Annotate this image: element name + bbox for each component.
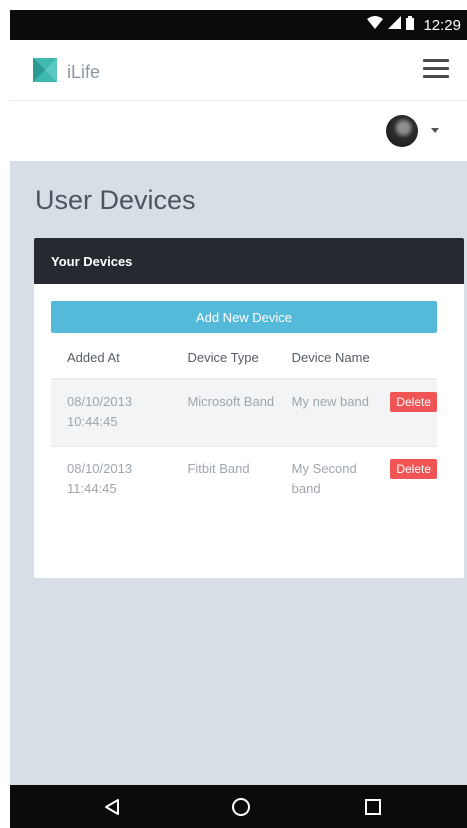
table-header-row: Added At Device Type Device Name <box>51 338 437 380</box>
cell-actions: Delete <box>374 446 437 513</box>
battery-icon <box>406 15 415 35</box>
status-icons: 12:29 <box>367 10 461 40</box>
cell-device-type: Microsoft Band <box>171 378 276 447</box>
page-title: User Devices <box>35 185 196 215</box>
home-icon[interactable] <box>211 785 271 828</box>
phone-screen: 12:29 iLife User Devices Your Devices Ad… <box>0 0 467 828</box>
add-new-device-button[interactable]: Add New Device <box>51 301 437 333</box>
signal-icon <box>388 16 402 34</box>
cell-actions: Delete <box>374 378 437 447</box>
cell-device-name: My Second band <box>275 446 375 513</box>
panel-header: Your Devices <box>34 238 464 284</box>
devices-panel: Your Devices Add New Device Added At Dev… <box>34 238 464 578</box>
wifi-icon <box>367 16 384 34</box>
status-time: 12:29 <box>423 16 461 34</box>
table-row: 08/10/2013 10:44:45 Microsoft Band My ne… <box>51 378 437 447</box>
avatar[interactable] <box>386 115 418 147</box>
cell-added-at: 08/10/2013 11:44:45 <box>51 446 172 513</box>
app-logo[interactable]: iLife <box>33 58 100 87</box>
app-content: iLife User Devices Your Devices Add New … <box>10 40 467 785</box>
panel-title: Your Devices <box>51 253 133 269</box>
column-header-added-at: Added At <box>51 338 172 380</box>
delete-button[interactable]: Delete <box>390 459 437 479</box>
cell-added-at: 08/10/2013 10:44:45 <box>51 378 172 447</box>
navigation-bar <box>10 785 467 828</box>
logo-icon <box>33 58 57 87</box>
column-header-actions <box>374 338 437 380</box>
cell-device-type: Fitbit Band <box>171 446 276 513</box>
column-header-device-type: Device Type <box>171 338 276 380</box>
table-row: 08/10/2013 11:44:45 Fitbit Band My Secon… <box>51 446 437 513</box>
user-bar <box>10 101 467 161</box>
back-icon[interactable] <box>82 785 142 828</box>
delete-button[interactable]: Delete <box>390 392 437 412</box>
devices-table: Added At Device Type Device Name 08/10/2… <box>51 338 437 513</box>
menu-icon[interactable] <box>423 59 449 79</box>
app-name: iLife <box>67 62 101 82</box>
status-bar: 12:29 <box>10 10 467 40</box>
chevron-down-icon[interactable] <box>431 128 439 133</box>
column-header-device-name: Device Name <box>275 338 375 380</box>
app-header: iLife <box>10 40 467 101</box>
recents-icon[interactable] <box>343 785 403 828</box>
cell-device-name: My new band <box>275 378 375 447</box>
